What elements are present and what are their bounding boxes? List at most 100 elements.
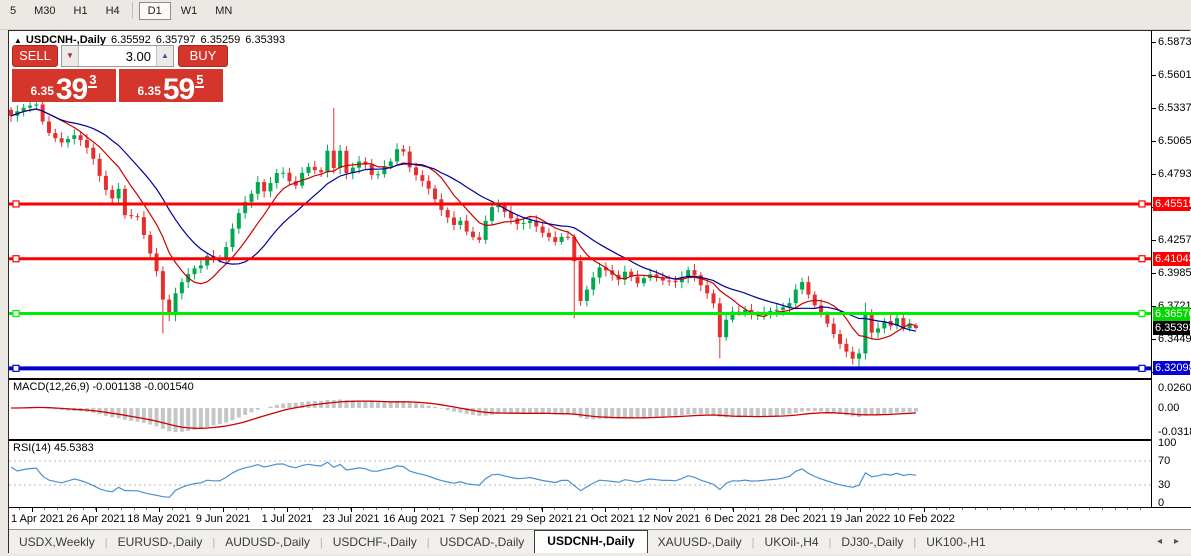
date-minor-tick xyxy=(1102,508,1103,510)
date-tick xyxy=(287,508,288,512)
date-minor-tick xyxy=(643,508,644,510)
date-minor-tick xyxy=(847,508,848,510)
date-tick xyxy=(860,508,861,512)
date-minor-tick xyxy=(172,508,173,510)
date-minor-tick xyxy=(83,508,84,510)
price-badge: 6.45515 xyxy=(1153,197,1190,211)
toolbar-separator xyxy=(132,2,133,18)
rsi-axis-label: 30 xyxy=(1158,479,1170,492)
date-tick xyxy=(223,508,224,512)
chart-tab-usdx-weekly[interactable]: USDX,Weekly xyxy=(9,532,105,553)
date-minor-tick xyxy=(592,508,593,510)
date-minor-tick xyxy=(567,508,568,510)
date-minor-tick xyxy=(248,508,249,510)
date-tick xyxy=(351,508,352,512)
chart-tab-uk100-h1[interactable]: UK100-,H1 xyxy=(916,532,995,553)
date-tick xyxy=(478,508,479,512)
chart-window: ▲USDCNH-,Daily6.355926.357976.352596.353… xyxy=(8,30,1190,553)
date-minor-tick xyxy=(822,508,823,510)
volume-input[interactable] xyxy=(79,46,156,66)
date-minor-tick xyxy=(554,508,555,510)
sell-price-big: 39 xyxy=(56,77,87,102)
price-badge: 6.36570 xyxy=(1153,307,1190,321)
rsi-pane[interactable]: RSI(14) 45.5383 xyxy=(9,441,1151,507)
tab-scroll-right-icon[interactable]: ▸ xyxy=(1168,536,1185,547)
buy-price-panel[interactable]: 6.35 59 5 xyxy=(119,69,223,102)
timeframe-button-mn[interactable]: MN xyxy=(207,2,240,20)
date-minor-tick xyxy=(681,508,682,510)
date-minor-tick xyxy=(1064,508,1065,510)
chart-tab-usdcnh-daily[interactable]: USDCNH-,Daily xyxy=(534,530,647,553)
main-chart-plot[interactable]: ▲USDCNH-,Daily6.355926.357976.352596.353… xyxy=(9,31,1151,378)
price-axis-tick xyxy=(1152,339,1156,340)
timeframe-button-5[interactable]: 5 xyxy=(2,2,24,20)
price-axis-tick xyxy=(1152,174,1156,175)
date-axis-label: 19 Jan 2022 xyxy=(830,513,891,525)
sell-price-sup: 3 xyxy=(88,74,97,88)
date-minor-tick xyxy=(885,508,886,510)
price-badge: 6.32098 xyxy=(1153,361,1190,375)
price-axis-tick xyxy=(1152,240,1156,241)
sell-price-panel[interactable]: 6.35 39 3 xyxy=(12,69,116,102)
date-minor-tick xyxy=(936,508,937,510)
timeframe-button-w1[interactable]: W1 xyxy=(173,2,206,20)
chart-tab-usdchf-daily[interactable]: USDCHF-,Daily xyxy=(323,532,427,553)
date-axis-label: 29 Sep 2021 xyxy=(511,513,573,525)
date-minor-tick xyxy=(439,508,440,510)
date-minor-tick xyxy=(707,508,708,510)
date-minor-tick xyxy=(57,508,58,510)
date-axis-label: 10 Feb 2022 xyxy=(893,513,955,525)
sell-button[interactable]: SELL xyxy=(12,45,58,67)
date-minor-tick xyxy=(529,508,530,510)
tab-scroll-arrows: ◂▸ xyxy=(1151,530,1191,553)
price-axis[interactable]: 6.587306.560106.533706.506506.479306.452… xyxy=(1151,31,1191,507)
date-minor-tick xyxy=(745,508,746,510)
chart-tab-ukoil-h4[interactable]: UKOil-,H4 xyxy=(755,532,829,553)
timeframe-button-m30[interactable]: M30 xyxy=(26,2,63,20)
date-minor-tick xyxy=(376,508,377,510)
tab-scroll-left-icon[interactable]: ◂ xyxy=(1151,536,1168,547)
date-minor-tick xyxy=(631,508,632,510)
price-axis-tick xyxy=(1152,42,1156,43)
chart-tab-dj30-daily[interactable]: DJ30-,Daily xyxy=(831,532,913,553)
date-axis-label: 9 Jun 2021 xyxy=(196,513,250,525)
macd-axis-label: 0.02607 xyxy=(1158,382,1191,395)
date-minor-tick xyxy=(44,508,45,510)
date-minor-tick xyxy=(401,508,402,510)
date-tick xyxy=(542,508,543,512)
price-axis-label: 6.53370 xyxy=(1158,102,1191,115)
date-minor-tick xyxy=(1051,508,1052,510)
date-axis[interactable]: 1 Apr 202126 Apr 202118 May 20219 Jun 20… xyxy=(9,508,1191,529)
timeframe-button-h1[interactable]: H1 xyxy=(66,2,96,20)
date-minor-tick xyxy=(19,508,20,510)
chart-tab-usdcad-daily[interactable]: USDCAD-,Daily xyxy=(430,532,535,553)
chart-tab-bar: USDX,Weekly|EURUSD-,Daily|AUDUSD-,Daily|… xyxy=(9,529,1191,553)
date-minor-tick xyxy=(108,508,109,510)
volume-decrease-icon[interactable]: ▼ xyxy=(62,46,79,66)
price-badge: 6.41043 xyxy=(1153,252,1190,266)
sell-price-prefix: 6.35 xyxy=(31,84,54,98)
chart-tab-eurusd-daily[interactable]: EURUSD-,Daily xyxy=(108,532,213,553)
date-minor-tick xyxy=(1140,508,1141,510)
price-axis-label: 6.47930 xyxy=(1158,168,1191,181)
timeframe-button-h4[interactable]: H4 xyxy=(98,2,128,20)
date-minor-tick xyxy=(70,508,71,510)
date-tick xyxy=(32,508,33,512)
date-minor-tick xyxy=(516,508,517,510)
macd-pane[interactable]: MACD(12,26,9) -0.001138 -0.001540 xyxy=(9,380,1151,439)
date-minor-tick xyxy=(134,508,135,510)
volume-increase-icon[interactable]: ▲ xyxy=(156,46,173,66)
date-tick xyxy=(924,508,925,512)
date-minor-tick xyxy=(1089,508,1090,510)
date-minor-tick xyxy=(363,508,364,510)
timeframe-button-d1[interactable]: D1 xyxy=(139,2,171,20)
chart-tab-xauusd-daily[interactable]: XAUUSD-,Daily xyxy=(648,532,752,553)
chart-tab-audusd-daily[interactable]: AUDUSD-,Daily xyxy=(215,532,320,553)
date-minor-tick xyxy=(618,508,619,510)
buy-button[interactable]: BUY xyxy=(178,45,228,67)
collapse-triangle-icon[interactable]: ▲ xyxy=(14,36,22,45)
price-axis-tick xyxy=(1152,108,1156,109)
rsi-axis-label: 70 xyxy=(1158,455,1170,468)
date-minor-tick xyxy=(185,508,186,510)
rsi-label: RSI(14) 45.5383 xyxy=(13,442,94,454)
